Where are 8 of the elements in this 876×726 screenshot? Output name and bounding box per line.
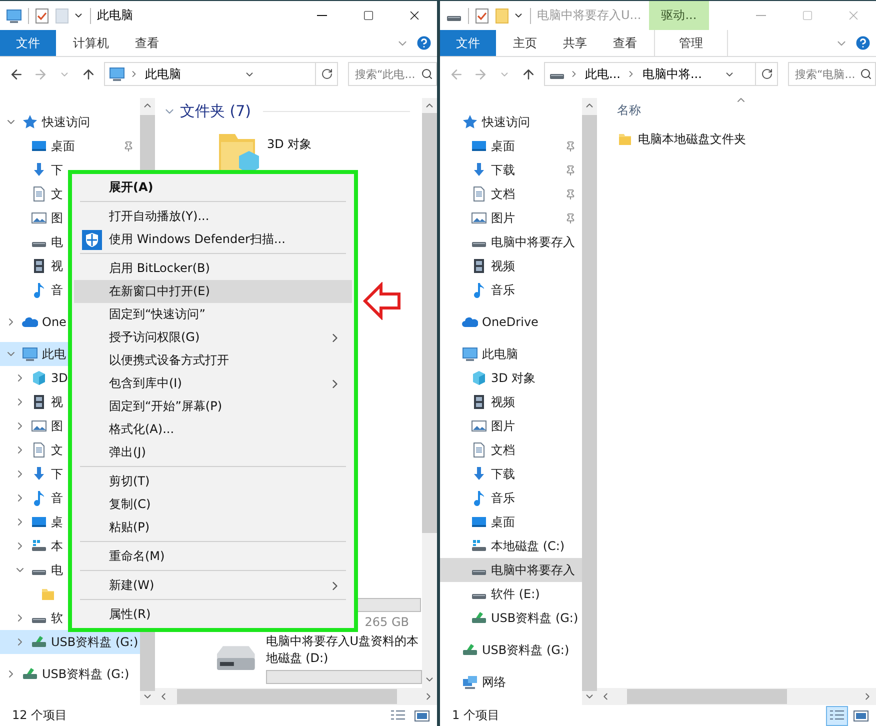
- drive-name: 电脑中将要存入U盘资料的本地磁盘 (D:): [266, 633, 420, 667]
- folder-name: 3D 对象: [267, 136, 312, 153]
- drive-size: 265 GB: [364, 615, 410, 629]
- window-title: 电脑中将要存入U...: [537, 7, 642, 24]
- status-text: 12 个项目: [12, 707, 68, 724]
- group-title: 文件夹 (7): [180, 102, 252, 120]
- status-text: 1 个项目: [452, 707, 500, 724]
- window-title: 此电脑: [97, 7, 133, 24]
